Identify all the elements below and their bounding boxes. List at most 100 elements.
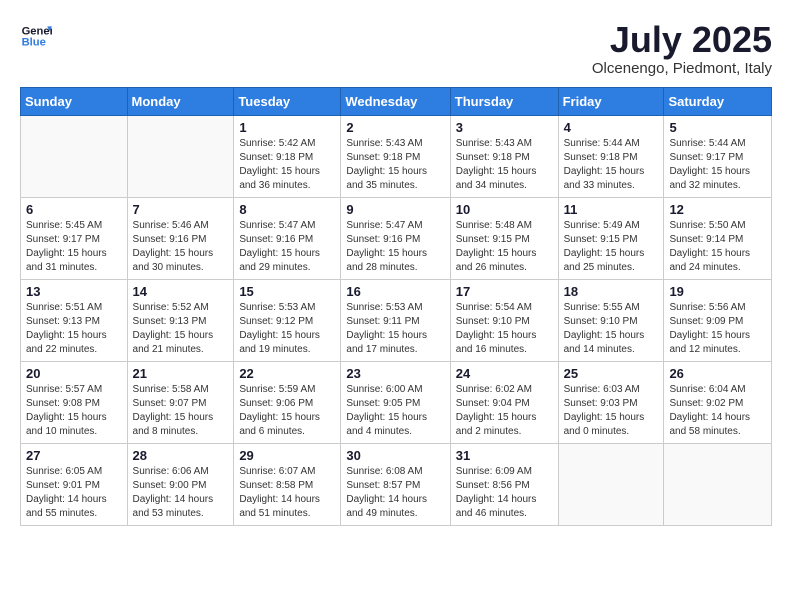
calendar-week-row: 13Sunrise: 5:51 AM Sunset: 9:13 PM Dayli… — [21, 279, 772, 361]
calendar-cell: 11 Sunrise: 5:49 AM Sunset: 9:15 PM Dayli… — [558, 197, 664, 279]
calendar-cell: 13Sunrise: 5:51 AM Sunset: 9:13 PM Dayli… — [21, 279, 128, 361]
day-info: Sunrise: 6:03 AM Sunset: 9:03 PM Dayligh… — [564, 383, 659, 439]
calendar-cell: 17Sunrise: 5:54 AM Sunset: 9:10 PM Dayli… — [450, 279, 558, 361]
day-info: Sunrise: 5:53 AM Sunset: 9:11 PM Dayligh… — [346, 301, 444, 357]
day-number: 30 — [346, 448, 444, 463]
day-number: 15 — [239, 284, 335, 299]
day-info: Sunrise: 6:04 AM Sunset: 9:02 PM Dayligh… — [669, 383, 766, 439]
day-number: 29 — [239, 448, 335, 463]
calendar-cell: 21 Sunrise: 5:58 AM Sunset: 9:07 PM Dayli… — [127, 361, 234, 443]
day-number: 23 — [346, 366, 444, 381]
calendar-cell: 26 Sunrise: 6:04 AM Sunset: 9:02 PM Dayli… — [664, 361, 772, 443]
day-number: 19 — [669, 284, 766, 299]
day-number: 14 — [133, 284, 229, 299]
day-number: 10 — [456, 202, 553, 217]
day-info: Sunrise: 5:42 AM Sunset: 9:18 PM Dayligh… — [239, 137, 335, 193]
day-info: Sunrise: 5:53 AM Sunset: 9:12 PM Dayligh… — [239, 301, 335, 357]
calendar-cell: 27 Sunrise: 6:05 AM Sunset: 9:01 PM Dayli… — [21, 443, 128, 525]
calendar-cell: 9 Sunrise: 5:47 AM Sunset: 9:16 PM Daylig… — [341, 197, 450, 279]
day-number: 20 — [26, 366, 122, 381]
day-info: Sunrise: 6:06 AM Sunset: 9:00 PM Dayligh… — [133, 465, 229, 521]
day-info: Sunrise: 5:43 AM Sunset: 9:18 PM Dayligh… — [456, 137, 553, 193]
day-number: 2 — [346, 120, 444, 135]
calendar-cell: 8Sunrise: 5:47 AM Sunset: 9:16 PM Daylig… — [234, 197, 341, 279]
day-number: 4 — [564, 120, 659, 135]
day-info: Sunrise: 5:48 AM Sunset: 9:15 PM Dayligh… — [456, 219, 553, 275]
day-of-week-header: Friday — [558, 87, 664, 115]
calendar-cell: 16 Sunrise: 5:53 AM Sunset: 9:11 PM Dayli… — [341, 279, 450, 361]
day-of-week-header: Thursday — [450, 87, 558, 115]
calendar-cell: 30 Sunrise: 6:08 AM Sunset: 8:57 PM Dayli… — [341, 443, 450, 525]
day-of-week-header: Tuesday — [234, 87, 341, 115]
day-number: 25 — [564, 366, 659, 381]
day-number: 13 — [26, 284, 122, 299]
day-number: 28 — [133, 448, 229, 463]
day-info: Sunrise: 6:02 AM Sunset: 9:04 PM Dayligh… — [456, 383, 553, 439]
calendar-header-row: SundayMondayTuesdayWednesdayThursdayFrid… — [21, 87, 772, 115]
day-number: 16 — [346, 284, 444, 299]
calendar-cell — [558, 443, 664, 525]
logo-icon: General Blue — [20, 20, 52, 52]
day-number: 27 — [26, 448, 122, 463]
svg-text:Blue: Blue — [22, 37, 46, 49]
calendar-body: 1 Sunrise: 5:42 AM Sunset: 9:18 PM Daylig… — [21, 115, 772, 525]
logo: General Blue — [20, 20, 52, 52]
day-info: Sunrise: 6:05 AM Sunset: 9:01 PM Dayligh… — [26, 465, 122, 521]
day-number: 1 — [239, 120, 335, 135]
day-of-week-header: Monday — [127, 87, 234, 115]
day-info: Sunrise: 5:47 AM Sunset: 9:16 PM Dayligh… — [346, 219, 444, 275]
day-of-week-header: Sunday — [21, 87, 128, 115]
calendar-cell: 20Sunrise: 5:57 AM Sunset: 9:08 PM Dayli… — [21, 361, 128, 443]
calendar-cell: 15 Sunrise: 5:53 AM Sunset: 9:12 PM Dayli… — [234, 279, 341, 361]
day-number: 26 — [669, 366, 766, 381]
day-number: 22 — [239, 366, 335, 381]
day-info: Sunrise: 5:45 AM Sunset: 9:17 PM Dayligh… — [26, 219, 122, 275]
day-info: Sunrise: 5:46 AM Sunset: 9:16 PM Dayligh… — [133, 219, 229, 275]
calendar-cell: 24 Sunrise: 6:02 AM Sunset: 9:04 PM Dayli… — [450, 361, 558, 443]
location: Olcenengo, Piedmont, Italy — [592, 60, 772, 77]
calendar-week-row: 20Sunrise: 5:57 AM Sunset: 9:08 PM Dayli… — [21, 361, 772, 443]
day-number: 6 — [26, 202, 122, 217]
day-number: 5 — [669, 120, 766, 135]
calendar-cell: 10 Sunrise: 5:48 AM Sunset: 9:15 PM Dayli… — [450, 197, 558, 279]
day-number: 11 — [564, 202, 659, 217]
calendar-cell: 3 Sunrise: 5:43 AM Sunset: 9:18 PM Daylig… — [450, 115, 558, 197]
day-info: Sunrise: 6:07 AM Sunset: 8:58 PM Dayligh… — [239, 465, 335, 521]
day-number: 3 — [456, 120, 553, 135]
day-number: 24 — [456, 366, 553, 381]
day-info: Sunrise: 5:54 AM Sunset: 9:10 PM Dayligh… — [456, 301, 553, 357]
day-info: Sunrise: 5:47 AM Sunset: 9:16 PM Dayligh… — [239, 219, 335, 275]
calendar-cell: 25 Sunrise: 6:03 AM Sunset: 9:03 PM Dayli… — [558, 361, 664, 443]
calendar-cell: 12 Sunrise: 5:50 AM Sunset: 9:14 PM Dayli… — [664, 197, 772, 279]
day-number: 31 — [456, 448, 553, 463]
day-of-week-header: Wednesday — [341, 87, 450, 115]
day-info: Sunrise: 5:50 AM Sunset: 9:14 PM Dayligh… — [669, 219, 766, 275]
calendar-cell: 31 Sunrise: 6:09 AM Sunset: 8:56 PM Dayli… — [450, 443, 558, 525]
title-block: July 2025 Olcenengo, Piedmont, Italy — [592, 20, 772, 77]
day-info: Sunrise: 6:08 AM Sunset: 8:57 PM Dayligh… — [346, 465, 444, 521]
day-info: Sunrise: 5:52 AM Sunset: 9:13 PM Dayligh… — [133, 301, 229, 357]
calendar-cell: 18Sunrise: 5:55 AM Sunset: 9:10 PM Dayli… — [558, 279, 664, 361]
calendar-table: SundayMondayTuesdayWednesdayThursdayFrid… — [20, 87, 772, 526]
day-of-week-header: Saturday — [664, 87, 772, 115]
calendar-week-row: 6 Sunrise: 5:45 AM Sunset: 9:17 PM Daylig… — [21, 197, 772, 279]
day-number: 21 — [133, 366, 229, 381]
day-info: Sunrise: 5:58 AM Sunset: 9:07 PM Dayligh… — [133, 383, 229, 439]
day-info: Sunrise: 5:43 AM Sunset: 9:18 PM Dayligh… — [346, 137, 444, 193]
calendar-cell: 29 Sunrise: 6:07 AM Sunset: 8:58 PM Dayli… — [234, 443, 341, 525]
calendar-cell: 23Sunrise: 6:00 AM Sunset: 9:05 PM Dayli… — [341, 361, 450, 443]
calendar-cell — [664, 443, 772, 525]
day-info: Sunrise: 5:44 AM Sunset: 9:17 PM Dayligh… — [669, 137, 766, 193]
day-number: 7 — [133, 202, 229, 217]
svg-text:General: General — [22, 25, 52, 37]
calendar-week-row: 1 Sunrise: 5:42 AM Sunset: 9:18 PM Daylig… — [21, 115, 772, 197]
calendar-cell: 2 Sunrise: 5:43 AM Sunset: 9:18 PM Daylig… — [341, 115, 450, 197]
day-number: 12 — [669, 202, 766, 217]
day-number: 18 — [564, 284, 659, 299]
day-info: Sunrise: 5:49 AM Sunset: 9:15 PM Dayligh… — [564, 219, 659, 275]
day-info: Sunrise: 6:09 AM Sunset: 8:56 PM Dayligh… — [456, 465, 553, 521]
calendar-cell: 7 Sunrise: 5:46 AM Sunset: 9:16 PM Daylig… — [127, 197, 234, 279]
calendar-cell: 22Sunrise: 5:59 AM Sunset: 9:06 PM Dayli… — [234, 361, 341, 443]
day-number: 9 — [346, 202, 444, 217]
month-year: July 2025 — [592, 20, 772, 60]
